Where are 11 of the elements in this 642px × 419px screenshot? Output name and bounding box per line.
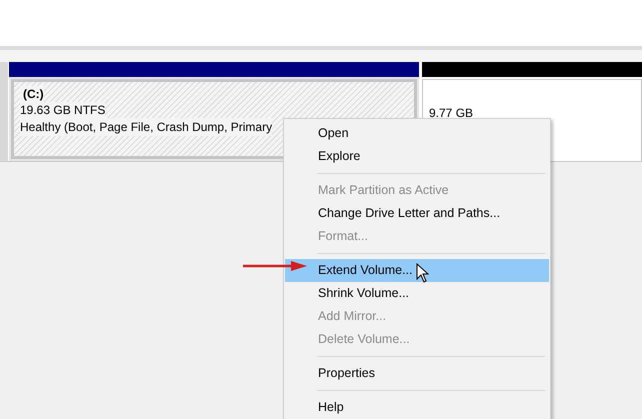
volume-size: 19.63 GB NTFS bbox=[20, 102, 106, 118]
unallocated-size: 9.77 GB bbox=[429, 106, 474, 120]
menu-item[interactable]: Change Drive Letter and Paths... bbox=[285, 202, 549, 225]
volume-status: Healthy (Boot, Page File, Crash Dump, Primary bbox=[20, 118, 272, 136]
menu-item[interactable]: Help bbox=[285, 396, 549, 419]
menu-item[interactable]: Shrink Volume... bbox=[285, 282, 549, 305]
cursor-icon bbox=[416, 263, 429, 283]
arrow-icon bbox=[243, 261, 307, 271]
menu-item[interactable]: Properties bbox=[285, 362, 549, 385]
volume-label: (C:) bbox=[20, 86, 44, 102]
menu-item[interactable]: Extend Volume... bbox=[285, 259, 549, 282]
